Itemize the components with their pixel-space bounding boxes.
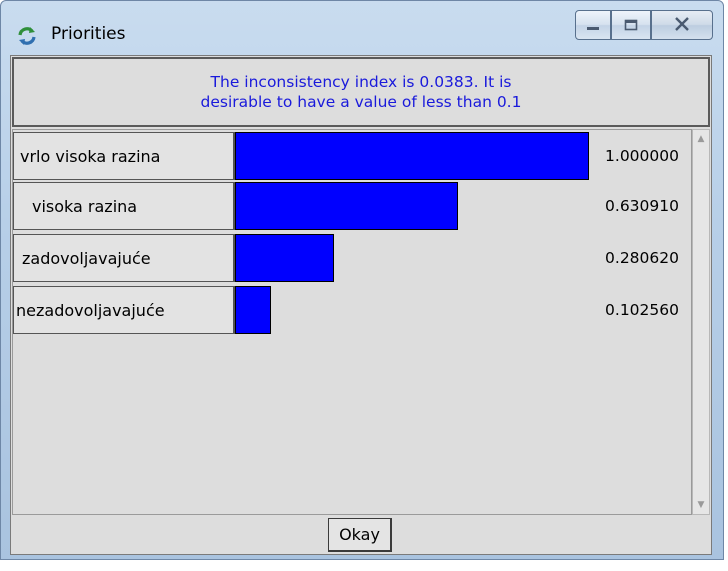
priority-label: vrlo visoka razina <box>13 132 235 180</box>
vertical-scrollbar[interactable]: ▲ ▼ <box>692 129 710 515</box>
priority-value: 0.280620 <box>605 249 679 267</box>
priorities-list: vrlo visoka razina 1.000000 visoka razin… <box>12 129 692 515</box>
priority-row: nezadovoljavajuće 0.102560 <box>13 286 689 336</box>
close-button[interactable] <box>651 10 713 40</box>
priority-label: nezadovoljavajuće <box>13 286 235 334</box>
inconsistency-info-panel: The inconsistency index is 0.0383. It is… <box>12 57 710 127</box>
inconsistency-message: The inconsistency index is 0.0383. It is… <box>201 72 522 112</box>
priority-label: zadovoljavajuće <box>13 234 235 282</box>
okay-button[interactable]: Okay <box>328 518 392 552</box>
minimize-icon <box>586 16 600 35</box>
refresh-arrows-icon <box>17 26 37 46</box>
priority-bar <box>235 182 458 230</box>
priority-row: vrlo visoka razina 1.000000 <box>13 132 689 182</box>
close-icon <box>674 16 690 35</box>
scroll-up-arrow-icon[interactable]: ▲ <box>695 134 707 144</box>
client-area: The inconsistency index is 0.0383. It is… <box>10 55 712 555</box>
minimize-button[interactable] <box>575 10 611 40</box>
maximize-button[interactable] <box>611 10 651 40</box>
title-bar[interactable]: Priorities <box>1 1 723 55</box>
priority-row: visoka razina 0.630910 <box>13 182 689 232</box>
inconsistency-line-2: desirable to have a value of less than 0… <box>200 93 522 111</box>
priority-value: 1.000000 <box>605 147 679 165</box>
scroll-down-arrow-icon[interactable]: ▼ <box>695 500 707 510</box>
priority-value: 0.630910 <box>605 197 679 215</box>
priority-label: visoka razina <box>13 182 235 230</box>
priority-value: 0.102560 <box>605 301 679 319</box>
inconsistency-line-1: The inconsistency index is 0.0383. It is <box>210 73 512 91</box>
priority-bar <box>235 132 589 180</box>
priorities-window: Priorities The inconsistency index is 0.… <box>0 0 724 560</box>
window-controls <box>575 10 713 44</box>
priority-bar <box>235 234 334 282</box>
window-title: Priorities <box>51 24 126 44</box>
priority-bar <box>235 286 271 334</box>
footer-bar: Okay <box>12 516 710 554</box>
maximize-icon <box>624 16 638 35</box>
priority-row: zadovoljavajuće 0.280620 <box>13 234 689 284</box>
